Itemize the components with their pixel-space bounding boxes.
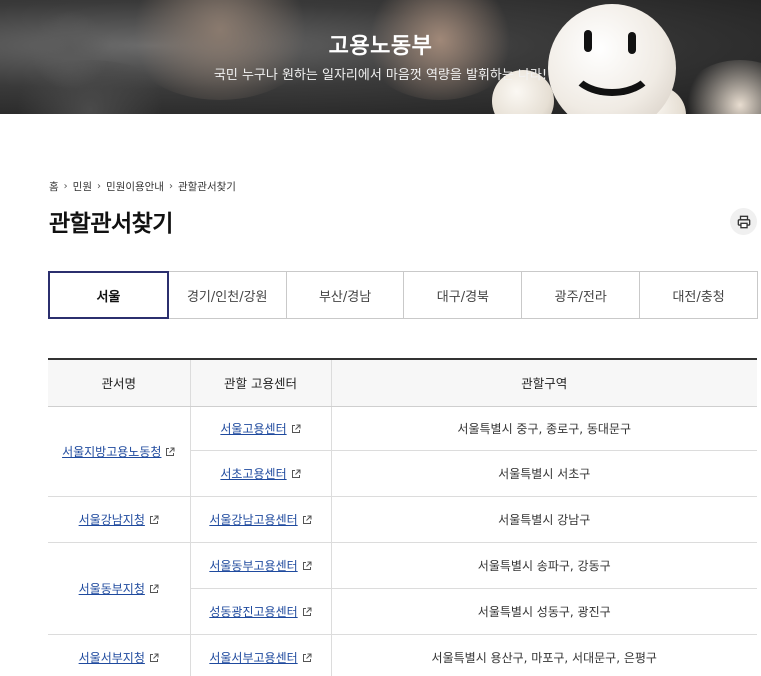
center-cell: 서울고용센터: [190, 406, 332, 451]
breadcrumb: 홈 › 민원 › 민원이용안내 › 관할관서찾기: [49, 179, 236, 194]
office-cell: 서울지방고용노동청: [48, 406, 191, 497]
office-cell: 서울동부지청: [48, 542, 191, 635]
center-link[interactable]: 서울동부고용센터: [209, 559, 297, 573]
area-cell: 서울특별시 강남구: [331, 496, 757, 543]
center-link[interactable]: 성동광진고용센터: [209, 605, 297, 619]
area-cell: 서울특별시 용산구, 마포구, 서대문구, 은평구: [331, 634, 757, 676]
center-cell: 서초고용센터: [190, 450, 332, 497]
tab-gwangju-jeolla[interactable]: 광주/전라: [522, 271, 641, 319]
tab-gyeonggi-incheon-gangwon[interactable]: 경기/인천/강원: [168, 271, 287, 319]
jurisdiction-table: 관서명 관할 고용센터 관할구역 서울지방고용노동청 서울고용센터 서울특별시 …: [48, 358, 757, 676]
center-cell: 서울강남고용센터: [190, 496, 332, 543]
column-header-office: 관서명: [48, 358, 191, 407]
chevron-right-icon: ›: [168, 181, 173, 192]
external-link-icon: [302, 561, 312, 570]
external-link-icon: [166, 447, 175, 456]
center-link[interactable]: 서울서부고용센터: [209, 651, 297, 665]
office-cell: 서울서부지청: [48, 634, 191, 676]
hero-banner: 고용노동부 국민 누구나 원하는 일자리에서 마음껏 역량을 발휘하는 나라!: [0, 0, 761, 114]
external-link-icon: [291, 424, 301, 433]
hero-title: 고용노동부: [328, 34, 433, 59]
page-title: 관할관서찾기: [49, 211, 173, 237]
center-cell: 성동광진고용센터: [190, 588, 332, 635]
column-header-center: 관할 고용센터: [190, 358, 332, 407]
hero-subtitle: 국민 누구나 원하는 일자리에서 마음껏 역량을 발휘하는 나라!: [213, 68, 548, 83]
external-link-icon: [149, 515, 159, 524]
chevron-right-icon: ›: [97, 181, 101, 192]
center-link[interactable]: 서울고용센터: [220, 422, 286, 436]
column-header-area: 관할구역: [331, 358, 757, 407]
breadcrumb-civil-guide[interactable]: 민원이용안내: [106, 179, 164, 194]
table-row: 서울서부지청 서울서부고용센터 서울특별시 용산구, 마포구, 서대문구, 은평…: [48, 634, 757, 676]
print-button[interactable]: [730, 208, 757, 235]
office-link[interactable]: 서울동부지청: [79, 582, 145, 596]
breadcrumb-home[interactable]: 홈: [49, 179, 59, 194]
table-row: 서울지방고용노동청 서울고용센터 서울특별시 중구, 종로구, 동대문구: [48, 406, 757, 497]
table-row: 서울강남지청 서울강남고용센터 서울특별시 강남구: [48, 496, 757, 543]
tab-daejeon-chungcheong[interactable]: 대전/충청: [640, 271, 758, 319]
table-row: 서울동부지청 서울동부고용센터 서울특별시 송파구, 강동구: [48, 542, 757, 635]
office-link[interactable]: 서울지방고용노동청: [62, 445, 161, 459]
office-link[interactable]: 서울강남지청: [79, 513, 145, 527]
chevron-right-icon: ›: [63, 181, 68, 192]
center-cell: 서울동부고용센터: [190, 542, 332, 589]
breadcrumb-civil[interactable]: 민원: [73, 179, 92, 194]
external-link-icon: [302, 653, 312, 662]
area-cell: 서울특별시 성동구, 광진구: [331, 588, 757, 635]
printer-icon: [737, 215, 750, 228]
external-link-icon: [302, 515, 312, 524]
tab-seoul[interactable]: 서울: [48, 271, 169, 319]
tab-daegu-gyeongbuk[interactable]: 대구/경북: [404, 271, 523, 319]
office-link[interactable]: 서울서부지청: [79, 651, 145, 665]
tab-busan-gyeongnam[interactable]: 부산/경남: [286, 271, 405, 319]
region-tabs: 서울 경기/인천/강원 부산/경남 대구/경북 광주/전라 대전/충청: [48, 271, 758, 319]
area-cell: 서울특별시 서초구: [331, 450, 757, 497]
external-link-icon: [149, 653, 159, 662]
external-link-icon: [302, 607, 312, 616]
center-link[interactable]: 서초고용센터: [220, 467, 286, 481]
area-cell: 서울특별시 송파구, 강동구: [331, 542, 757, 589]
external-link-icon: [149, 584, 159, 593]
area-cell: 서울특별시 중구, 종로구, 동대문구: [331, 406, 757, 451]
table-header-row: 관서명 관할 고용센터 관할구역: [48, 358, 757, 407]
center-cell: 서울서부고용센터: [190, 634, 332, 676]
breadcrumb-current: 관할관서찾기: [177, 181, 236, 193]
external-link-icon: [291, 469, 301, 478]
office-cell: 서울강남지청: [48, 496, 191, 543]
center-link[interactable]: 서울강남고용센터: [209, 513, 297, 527]
